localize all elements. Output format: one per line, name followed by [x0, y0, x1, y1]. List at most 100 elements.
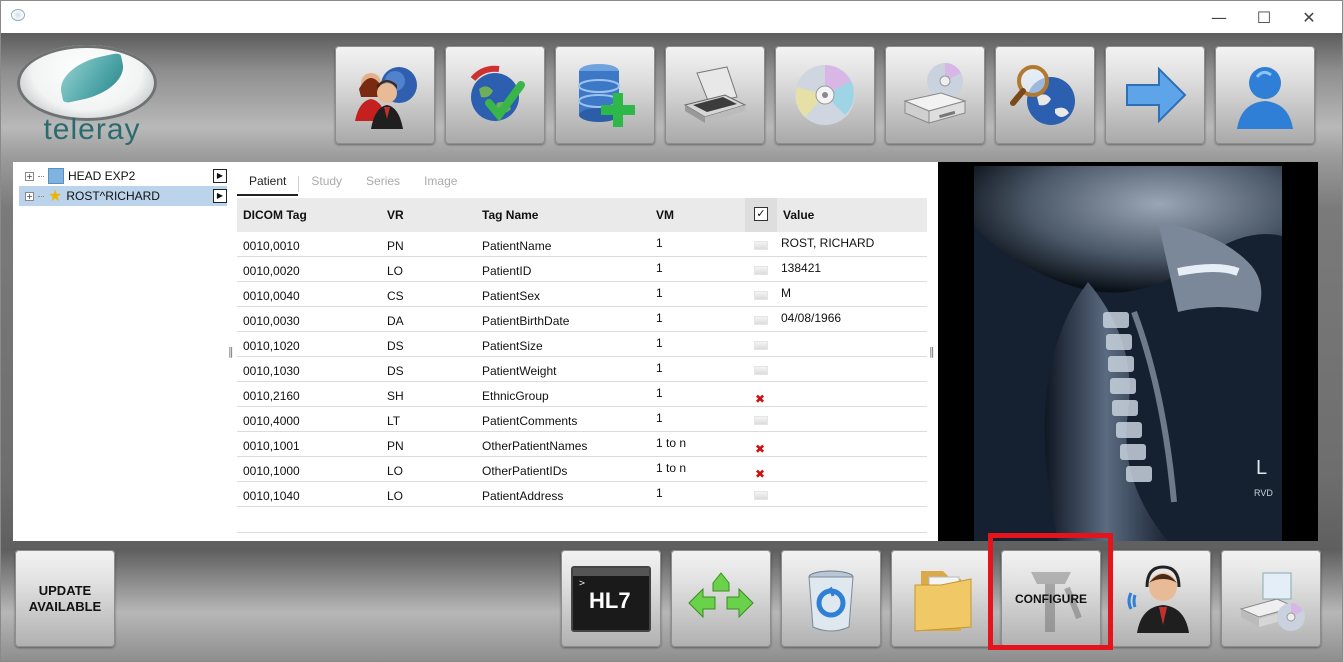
- cell-value[interactable]: M: [781, 282, 791, 307]
- select-all-checkbox[interactable]: ✓: [754, 207, 768, 221]
- table-row[interactable]: 0010,1001 PN OtherPatientNames 1 to n ✖: [237, 432, 927, 457]
- cd-button[interactable]: [775, 46, 875, 144]
- table-row[interactable]: 0010,0040 CS PatientSex 1 M: [237, 282, 927, 307]
- cell-value[interactable]: ROST, RICHARD: [781, 232, 874, 257]
- teleray-window: — ☐ ✕ teleray + HEAD EXP2 ▶ + ★ ROST^RIC…: [0, 0, 1343, 662]
- logo-text: teleray: [43, 113, 141, 146]
- play-icon[interactable]: ▶: [213, 189, 227, 203]
- tree-item-rost-richard[interactable]: + ★ ROST^RICHARD ▶: [19, 186, 227, 206]
- cell-vr: LT: [387, 414, 401, 428]
- cell-check[interactable]: [745, 357, 777, 382]
- maximize-button[interactable]: ☐: [1241, 1, 1287, 33]
- user-button[interactable]: [1215, 46, 1315, 144]
- patient-users-globe-icon: [355, 67, 417, 129]
- cell-check[interactable]: ✖: [745, 432, 777, 457]
- cell-dicom-tag: 0010,0040: [243, 289, 300, 303]
- hl7-button[interactable]: > HL7: [561, 550, 661, 647]
- cell-dicom-tag: 0010,1000: [243, 464, 300, 478]
- transfer-button[interactable]: [671, 550, 771, 647]
- table-row[interactable]: 0010,1020 DS PatientSize 1: [237, 332, 927, 357]
- hl7-terminal-icon: > HL7: [571, 565, 651, 632]
- expand-icon[interactable]: +: [25, 191, 34, 201]
- row-checkbox[interactable]: [754, 266, 768, 275]
- star-icon: ★: [48, 186, 63, 205]
- add-database-icon: [578, 64, 635, 127]
- tag-tabs: Patient Study Series Image: [237, 168, 469, 196]
- tab-series[interactable]: Series: [354, 168, 412, 196]
- cell-tag-name: EthnicGroup: [482, 389, 549, 403]
- tree-item-label: ROST^RICHARD: [66, 189, 160, 203]
- forward-button[interactable]: [1105, 46, 1205, 144]
- cell-check[interactable]: ✖: [745, 457, 777, 482]
- row-checkbox[interactable]: [754, 241, 768, 250]
- xray-viewer[interactable]: L RVD: [938, 162, 1318, 541]
- cell-vm: 1 to n: [656, 461, 687, 475]
- cell-check[interactable]: ✖: [745, 382, 777, 407]
- tree-item-head-exp2[interactable]: + HEAD EXP2 ▶: [19, 166, 227, 186]
- row-checkbox[interactable]: [754, 491, 768, 500]
- cell-dicom-tag: 0010,1020: [243, 339, 300, 353]
- row-checkbox[interactable]: [754, 341, 768, 350]
- cell-check[interactable]: [745, 307, 777, 332]
- cell-vm: 1: [656, 361, 663, 375]
- scanner-button[interactable]: [665, 46, 765, 144]
- cell-vr: PN: [387, 239, 404, 253]
- header-vm[interactable]: VM: [656, 198, 674, 232]
- cell-vm: 1: [656, 386, 663, 400]
- cell-check[interactable]: [745, 407, 777, 432]
- row-checkbox[interactable]: [754, 316, 768, 325]
- grid-bottom-border: [237, 532, 927, 533]
- support-button[interactable]: [1111, 550, 1211, 647]
- burn-disc-button[interactable]: [1221, 550, 1321, 647]
- tab-image[interactable]: Image: [412, 168, 469, 196]
- patients-button[interactable]: [335, 46, 435, 144]
- add-database-button[interactable]: [555, 46, 655, 144]
- table-row[interactable]: 0010,0010 PN PatientName 1 ROST, RICHARD: [237, 232, 927, 257]
- cell-dicom-tag: 0010,0010: [243, 239, 300, 253]
- play-icon[interactable]: ▶: [213, 169, 227, 183]
- cervical-spine-xray-image: L RVD: [938, 162, 1318, 541]
- header-dicom-tag[interactable]: DICOM Tag: [243, 198, 307, 232]
- right-splitter-handle[interactable]: ‖: [929, 345, 935, 358]
- table-row[interactable]: 0010,0020 LO PatientID 1 138421: [237, 257, 927, 282]
- tab-study[interactable]: Study: [299, 168, 354, 196]
- update-available-button[interactable]: UPDATE AVAILABLE: [15, 550, 115, 647]
- left-splitter-handle[interactable]: ‖: [228, 345, 234, 358]
- cell-vr: DS: [387, 364, 404, 378]
- network-button[interactable]: [445, 46, 545, 144]
- row-checkbox[interactable]: [754, 416, 768, 425]
- table-row[interactable]: 0010,0030 DA PatientBirthDate 1 04/08/1966: [237, 307, 927, 332]
- cell-value[interactable]: 04/08/1966: [781, 307, 841, 332]
- cell-value[interactable]: 138421: [781, 257, 821, 282]
- table-row[interactable]: 0010,1030 DS PatientWeight 1: [237, 357, 927, 382]
- tab-patient[interactable]: Patient: [237, 168, 299, 196]
- disc-drive-button[interactable]: [885, 46, 985, 144]
- expand-icon[interactable]: +: [25, 171, 34, 181]
- minimize-button[interactable]: —: [1196, 1, 1242, 33]
- row-checkbox[interactable]: [754, 366, 768, 375]
- header-vr[interactable]: VR: [387, 198, 404, 232]
- cell-check[interactable]: [745, 282, 777, 307]
- search-globe-button[interactable]: [995, 46, 1095, 144]
- header-tag-name[interactable]: Tag Name: [482, 198, 538, 232]
- table-row[interactable]: 0010,1040 LO PatientAddress 1: [237, 482, 927, 507]
- folder-button[interactable]: [891, 550, 991, 647]
- table-row[interactable]: 0010,1000 LO OtherPatientIDs 1 to n ✖: [237, 457, 927, 482]
- cell-check[interactable]: [745, 482, 777, 507]
- cell-check[interactable]: [745, 232, 777, 257]
- hl7-prompt: >: [579, 577, 586, 589]
- table-row[interactable]: 0010,4000 LT PatientComments 1: [237, 407, 927, 432]
- header-check[interactable]: ✓: [745, 198, 777, 232]
- close-button[interactable]: ✕: [1286, 1, 1332, 33]
- table-row[interactable]: 0010,2160 SH EthnicGroup 1 ✖: [237, 382, 927, 407]
- row-checkbox[interactable]: [754, 291, 768, 300]
- header-value[interactable]: Value: [781, 198, 927, 232]
- study-square-icon: [48, 168, 64, 184]
- disc-drive-icon: [903, 63, 967, 124]
- cell-vr: SH: [387, 389, 404, 403]
- cell-vm: 1: [656, 236, 663, 250]
- cell-check[interactable]: [745, 332, 777, 357]
- cell-check[interactable]: [745, 257, 777, 282]
- recycle-bin-button[interactable]: [781, 550, 881, 647]
- folder-icon: [914, 570, 972, 632]
